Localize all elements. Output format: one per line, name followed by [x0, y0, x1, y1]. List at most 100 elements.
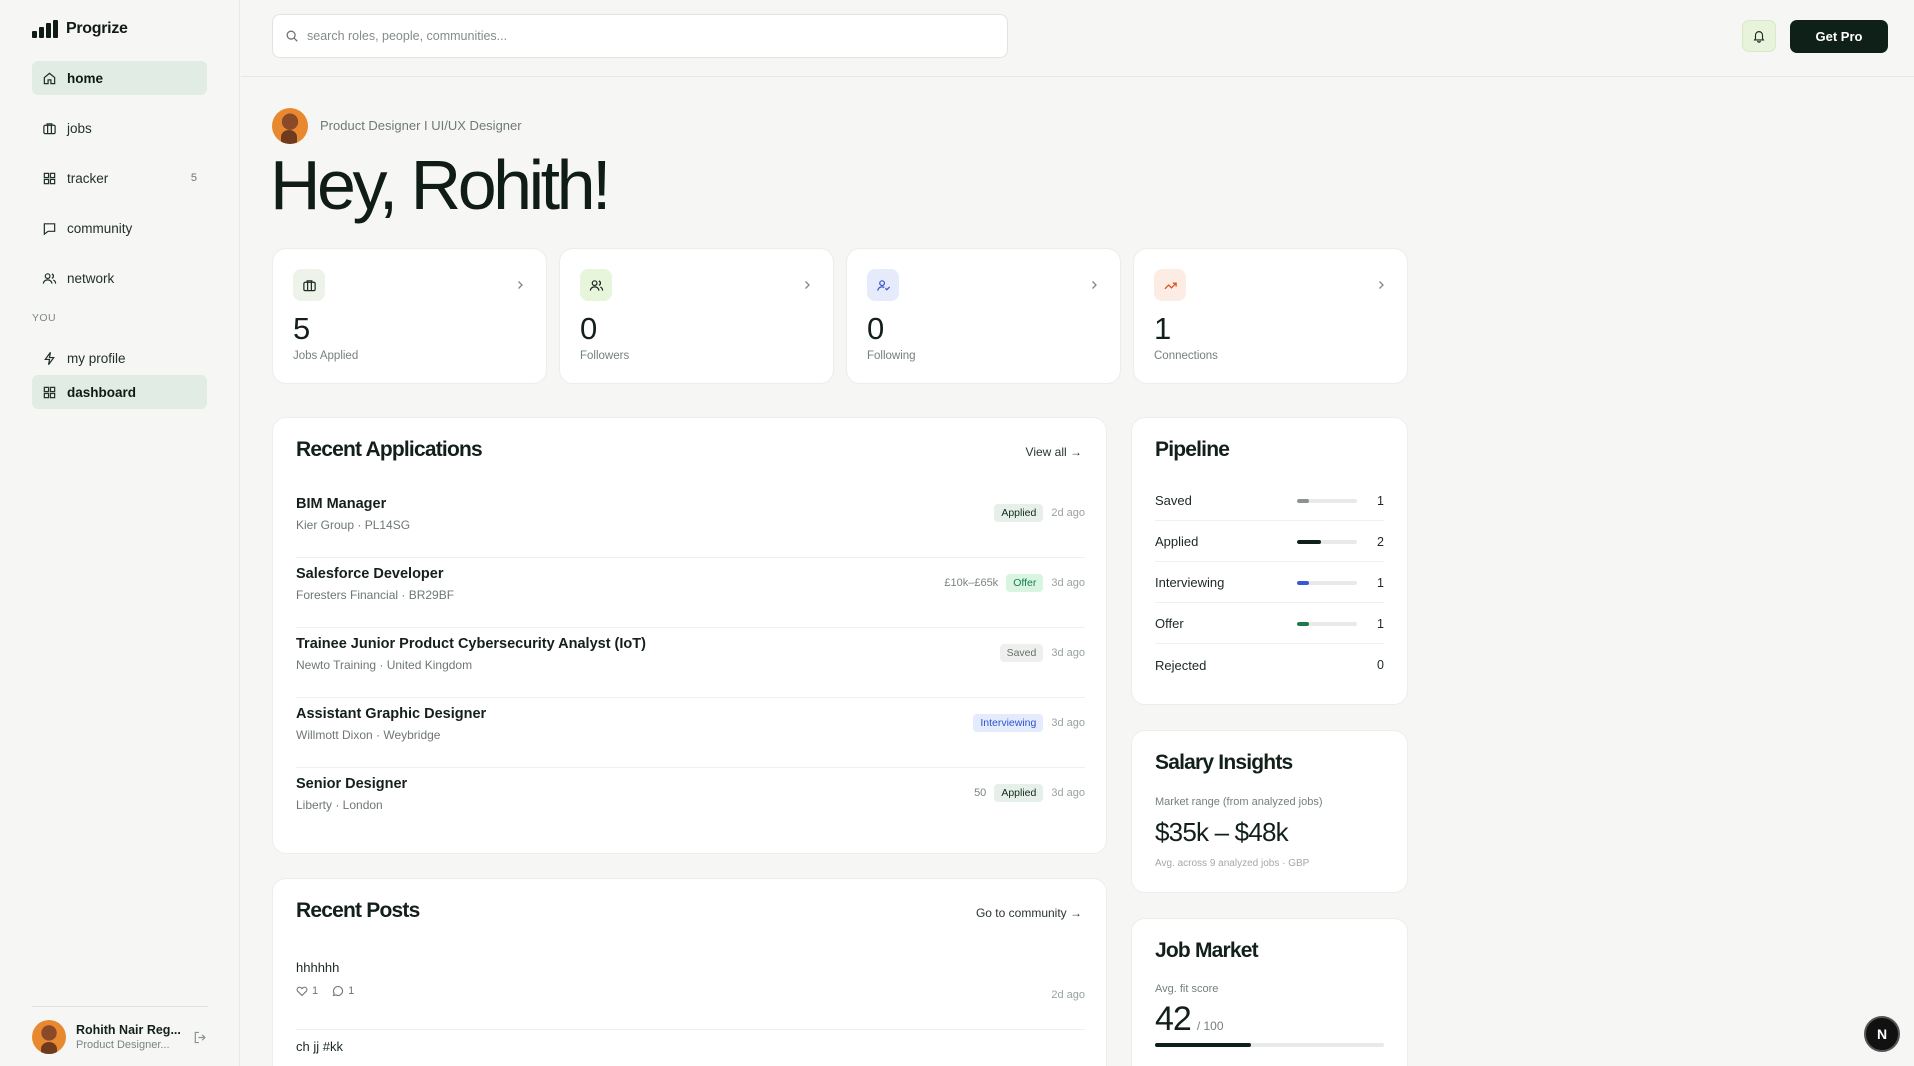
- stat-label: Following: [867, 350, 916, 362]
- get-pro-button[interactable]: Get Pro: [1790, 20, 1888, 53]
- search-input[interactable]: [307, 29, 987, 43]
- stat-label: Connections: [1154, 350, 1218, 362]
- sidebar-item-community[interactable]: community: [32, 211, 207, 245]
- fit-score-bar: [1155, 1043, 1384, 1047]
- pipeline-count: 1: [1377, 493, 1384, 508]
- recent-applications-panel: Recent Applications View all → BIM Manag…: [272, 417, 1107, 854]
- pipeline-bar-fill: [1297, 580, 1309, 585]
- stat-icon-wrap: [867, 269, 899, 301]
- brand[interactable]: Progrize: [32, 20, 128, 38]
- search-box[interactable]: [272, 14, 1008, 58]
- stat-card-followers[interactable]: 0 Followers: [559, 248, 834, 384]
- pipeline-row: Applied 2: [1155, 522, 1384, 562]
- grid-icon: [43, 172, 56, 184]
- go-to-community-link[interactable]: Go to community →: [976, 906, 1082, 920]
- bell-icon: [1753, 31, 1765, 43]
- sidebar-item-home[interactable]: home: [32, 61, 207, 95]
- pipeline-bar-fill: [1297, 498, 1309, 503]
- post-item[interactable]: ch jj #kk: [296, 1039, 1085, 1054]
- sidebar-item-network[interactable]: network: [32, 261, 207, 295]
- sidebar: Progrize home jobs tracker 5 community n…: [0, 0, 240, 1066]
- application-row[interactable]: BIM Manager Kier Group · PL14SG Applied …: [296, 488, 1085, 558]
- pipeline-bar-fill: [1297, 621, 1309, 626]
- logout-icon[interactable]: [193, 1030, 208, 1045]
- application-row[interactable]: Trainee Junior Product Cybersecurity Ana…: [296, 628, 1085, 698]
- application-salary: 50: [974, 787, 987, 799]
- post-like-count: 1: [312, 985, 319, 997]
- sidebar-item-my-profile[interactable]: my profile: [32, 341, 207, 375]
- application-row[interactable]: Salesforce Developer Foresters Financial…: [296, 558, 1085, 628]
- job-market-panel: Job Market Avg. fit score 42 / 100: [1131, 918, 1408, 1066]
- application-row[interactable]: Assistant Graphic Designer Willmott Dixo…: [296, 698, 1085, 768]
- pipeline-count: 2: [1377, 534, 1384, 549]
- bolt-icon: [44, 351, 55, 365]
- users-icon: [589, 279, 603, 291]
- application-row[interactable]: Senior Designer Liberty · London 50 Appl…: [296, 768, 1085, 838]
- salary-range-value: $35k – $48k: [1155, 817, 1289, 847]
- stat-value: 0: [867, 311, 885, 346]
- pipeline-label: Rejected: [1155, 657, 1207, 673]
- post-comments[interactable]: 1: [332, 985, 354, 997]
- stat-icon-wrap: [293, 269, 325, 301]
- home-icon: [43, 72, 56, 84]
- sidebar-item-label: tracker: [67, 170, 109, 186]
- status-badge: Offer: [1006, 574, 1044, 592]
- application-title: Senior Designer: [296, 776, 408, 792]
- hero-subtitle: Product Designer I UI/UX Designer: [320, 118, 522, 133]
- pipeline-count: 1: [1377, 575, 1384, 590]
- trending-up-icon: [1163, 282, 1177, 289]
- salary-note: Avg. across 9 analyzed jobs · GBP: [1155, 858, 1310, 869]
- briefcase-icon: [302, 279, 316, 291]
- application-age: 3d ago: [1051, 647, 1085, 659]
- application-company: Liberty · London: [296, 798, 383, 812]
- stat-icon-wrap: [580, 269, 612, 301]
- application-company: Willmott Dixon · Weybridge: [296, 728, 441, 742]
- pipeline-bar: [1297, 580, 1357, 585]
- stat-card-following[interactable]: 0 Following: [846, 248, 1121, 384]
- application-title: Salesforce Developer: [296, 566, 444, 582]
- fit-score-max: / 100: [1196, 1019, 1224, 1033]
- fit-score-bar-fill: [1155, 1043, 1252, 1047]
- post-comment-count: 1: [348, 985, 355, 997]
- chevron-right-icon: [1092, 281, 1097, 289]
- pipeline-panel: Pipeline Saved 1 Applied 2 Interviewing …: [1131, 417, 1408, 705]
- fit-score-label: Avg. fit score: [1155, 983, 1219, 995]
- notifications-button[interactable]: [1742, 20, 1776, 52]
- status-badge: Applied: [994, 504, 1044, 522]
- pipeline-count: 0: [1377, 658, 1384, 672]
- user-card[interactable]: Rohith Nair Reg... Product Designer...: [32, 1020, 208, 1054]
- sidebar-item-dashboard[interactable]: dashboard: [32, 375, 207, 409]
- next-dev-indicator-button[interactable]: N: [1864, 1016, 1900, 1052]
- stat-card-connections[interactable]: 1 Connections: [1133, 248, 1408, 384]
- fit-score-value: 42: [1155, 1000, 1192, 1038]
- user-role: Product Designer...: [76, 1039, 170, 1051]
- application-company: Kier Group · PL14SG: [296, 518, 411, 532]
- stat-value: 1: [1154, 311, 1172, 346]
- sidebar-item-label: home: [67, 70, 104, 86]
- recent-posts-panel: Recent Posts Go to community → hhhhhh 1 …: [272, 878, 1107, 1066]
- salary-insights-panel: Salary Insights Market range (from analy…: [1131, 730, 1408, 893]
- view-all-link[interactable]: View all →: [1026, 445, 1082, 459]
- user-check-icon: [876, 279, 890, 291]
- brand-logo-icon: [32, 20, 58, 38]
- sidebar-item-tracker[interactable]: tracker 5: [32, 161, 207, 195]
- application-title: Trainee Junior Product Cybersecurity Ana…: [296, 636, 646, 652]
- stat-card-jobs-applied[interactable]: 5 Jobs Applied: [272, 248, 547, 384]
- comment-icon: [332, 985, 344, 997]
- application-title: Assistant Graphic Designer: [296, 706, 487, 722]
- application-title: BIM Manager: [296, 496, 387, 512]
- post-likes[interactable]: 1: [296, 985, 318, 997]
- sidebar-item-jobs[interactable]: jobs: [32, 111, 207, 145]
- application-age: 3d ago: [1051, 577, 1085, 589]
- stat-icon-wrap: [1154, 269, 1186, 301]
- post-item[interactable]: hhhhhh 1 1 2d ago: [296, 960, 1085, 1030]
- salary-range-label: Market range (from analyzed jobs): [1155, 796, 1323, 808]
- pipeline-bar: [1297, 621, 1357, 626]
- status-badge: Interviewing: [973, 714, 1044, 732]
- chevron-right-icon: [805, 281, 810, 289]
- hero-avatar: [272, 108, 308, 144]
- pipeline-count: 1: [1377, 616, 1384, 631]
- tracker-count: 5: [190, 172, 197, 184]
- chat-icon: [43, 222, 56, 235]
- sidebar-item-label: jobs: [67, 120, 92, 136]
